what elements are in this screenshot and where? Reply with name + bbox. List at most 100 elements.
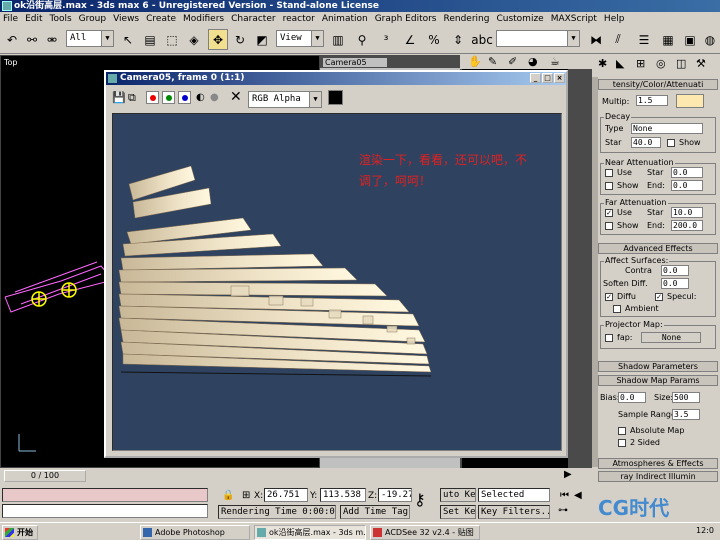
projector-map-button[interactable]: None — [641, 332, 701, 343]
near-use-checkbox[interactable] — [605, 169, 613, 177]
undo-icon[interactable]: ↶ — [2, 29, 22, 50]
layers-icon[interactable]: ☰ — [634, 29, 654, 50]
mirror-icon[interactable]: ⧓ — [586, 29, 606, 50]
z-coordinate-field[interactable]: -19.27 — [378, 488, 412, 502]
align-icon[interactable]: ⫽ — [608, 29, 628, 50]
select-by-name-icon[interactable]: ▤ — [140, 29, 160, 50]
render-window-title-bar[interactable]: Camera05, frame 0 (1:1) _ □ × — [106, 72, 566, 85]
near-start-spinner[interactable]: 0.0 — [671, 167, 703, 178]
task-photoshop[interactable]: Adobe Photoshop — [140, 525, 250, 540]
close-button[interactable]: × — [554, 73, 565, 83]
projector-map-checkbox[interactable] — [605, 334, 613, 342]
menu-file[interactable]: File — [0, 12, 22, 26]
channel-dropdown[interactable]: RGB Alpha ▼ — [248, 91, 322, 108]
utilities-tab-icon[interactable]: ⚒ — [696, 57, 706, 70]
select-manipulate-icon[interactable]: ⚲ — [352, 29, 372, 50]
create-tab-icon[interactable]: ✱ — [598, 57, 607, 70]
menu-tools[interactable]: Tools — [47, 12, 76, 26]
spinner-snap-icon[interactable]: ⇕ — [448, 29, 468, 50]
size-spinner[interactable]: 500 — [672, 392, 700, 403]
key-mode-dropdown[interactable]: Selected — [478, 488, 550, 502]
bias-spinner[interactable]: 0.0 — [618, 392, 646, 403]
top-viewport-label[interactable]: Top — [4, 58, 18, 67]
specular-checkbox[interactable]: ✓ — [655, 293, 663, 301]
named-selection-icon[interactable]: abc — [471, 29, 493, 50]
add-time-tag-button[interactable]: Add Time Tag — [340, 505, 410, 519]
named-selection-dropdown[interactable]: ▼ — [496, 30, 580, 47]
scale-icon[interactable]: ◩ — [252, 29, 272, 50]
selection-filter-dropdown[interactable]: All ▼ — [66, 30, 114, 47]
contrast-spinner[interactable]: 0.0 — [661, 265, 689, 276]
decay-start-spinner[interactable]: 40.0 — [631, 137, 661, 148]
menu-views[interactable]: Views — [110, 12, 143, 26]
schematic-icon[interactable]: ▣ — [680, 29, 700, 50]
key-icon[interactable]: ⚷ — [414, 490, 426, 509]
intensity-rollout-header[interactable]: tensity/Color/Attenuati — [598, 79, 718, 90]
near-show-checkbox[interactable] — [605, 182, 613, 190]
menu-customize[interactable]: Customize — [493, 12, 547, 26]
light-color-swatch[interactable] — [676, 94, 704, 108]
motion-tab-icon[interactable]: ◎ — [656, 57, 666, 70]
menu-graph-editors[interactable]: Graph Editors — [372, 12, 441, 26]
slider-arrow-right-icon[interactable]: ▶ — [564, 469, 572, 480]
render-frame-window[interactable]: Camera05, frame 0 (1:1) _ □ × 💾 ⧉ ◐ ● ✕ … — [104, 70, 568, 458]
quick-render-icon[interactable]: ☕ — [550, 55, 560, 68]
window-crossing-icon[interactable]: ◈ — [184, 29, 204, 50]
set-key-button[interactable]: Set Key — [440, 505, 476, 519]
menu-rendering[interactable]: Rendering — [441, 12, 494, 26]
go-to-start-icon[interactable]: ⏮ — [560, 490, 569, 501]
two-sided-checkbox[interactable] — [618, 439, 626, 447]
task-acdsee[interactable]: ACDSee 32 v2.4 - 贴图 — [370, 525, 480, 540]
render-scene-icon[interactable]: ◕ — [528, 55, 538, 68]
modify-tab-icon[interactable]: ◣ — [616, 57, 624, 70]
task-3dsmax[interactable]: ok沿街高层.max - 3ds m... — [254, 525, 366, 540]
indirect-illumination-rollout-header[interactable]: ray Indirect Illumin — [598, 471, 718, 482]
y-coordinate-field[interactable]: 113.538 — [320, 488, 366, 502]
far-start-spinner[interactable]: 10.0 — [671, 207, 703, 218]
save-icon[interactable]: 💾 — [112, 91, 126, 104]
sample-range-spinner[interactable]: 3.5 — [672, 409, 700, 420]
hierarchy-tab-icon[interactable]: ⊞ — [636, 57, 645, 70]
far-end-spinner[interactable]: 200.0 — [671, 220, 703, 231]
percent-snap-icon[interactable]: % — [424, 29, 444, 50]
brush-icon[interactable]: ✐ — [508, 55, 517, 68]
soften-diffuse-spinner[interactable]: 0.0 — [661, 278, 689, 289]
far-show-checkbox[interactable] — [605, 222, 613, 230]
menu-maxscript[interactable]: MAXScript — [548, 12, 601, 26]
shadow-map-params-rollout-header[interactable]: Shadow Map Params — [598, 375, 718, 386]
red-channel-toggle[interactable] — [146, 91, 159, 104]
pencil-icon[interactable]: ✎ — [488, 55, 497, 68]
menu-group[interactable]: Group — [76, 12, 110, 26]
select-arrow-icon[interactable]: ↖ — [118, 29, 138, 50]
mono-icon[interactable]: ● — [210, 92, 219, 103]
blue-channel-toggle[interactable] — [178, 91, 191, 104]
diffuse-checkbox[interactable]: ✓ — [605, 293, 613, 301]
x-coordinate-field[interactable]: 26.751 — [264, 488, 308, 502]
menu-edit[interactable]: Edit — [22, 12, 46, 26]
absolute-map-checkbox[interactable] — [618, 427, 626, 435]
reference-coord-dropdown[interactable]: View ▼ — [276, 30, 324, 47]
shadow-parameters-rollout-header[interactable]: Shadow Parameters — [598, 361, 718, 372]
snap-3d-icon[interactable]: ³ — [376, 29, 396, 50]
menu-create[interactable]: Create — [143, 12, 180, 26]
far-use-checkbox[interactable]: ✓ — [605, 209, 613, 217]
time-slider-thumb[interactable]: 0 / 100 — [4, 470, 86, 482]
green-channel-toggle[interactable] — [162, 91, 175, 104]
link-icon[interactable]: ⚯ — [22, 29, 42, 50]
pivot-icon[interactable]: ▥ — [328, 29, 348, 50]
menu-modifiers[interactable]: Modifiers — [180, 12, 228, 26]
maxscript-listener-mini[interactable] — [2, 488, 208, 502]
menu-animation[interactable]: Animation — [319, 12, 372, 26]
angle-snap-icon[interactable]: ∠ — [400, 29, 420, 50]
display-tab-icon[interactable]: ◫ — [676, 57, 686, 70]
time-slider-track[interactable]: 0 / 100 ▶ — [0, 468, 592, 484]
move-icon[interactable]: ✥ — [208, 29, 228, 50]
key-mode-toggle-icon[interactable]: ⊶ — [558, 505, 568, 516]
alpha-channel-icon[interactable]: ◐ — [196, 92, 205, 103]
region-select-icon[interactable]: ⬚ — [162, 29, 182, 50]
decay-show-checkbox[interactable] — [667, 139, 675, 147]
unlink-icon[interactable]: ⚮ — [42, 29, 62, 50]
rotate-icon[interactable]: ↻ — [230, 29, 250, 50]
maximize-button[interactable]: □ — [542, 73, 553, 83]
clone-icon[interactable]: ⧉ — [128, 91, 136, 105]
